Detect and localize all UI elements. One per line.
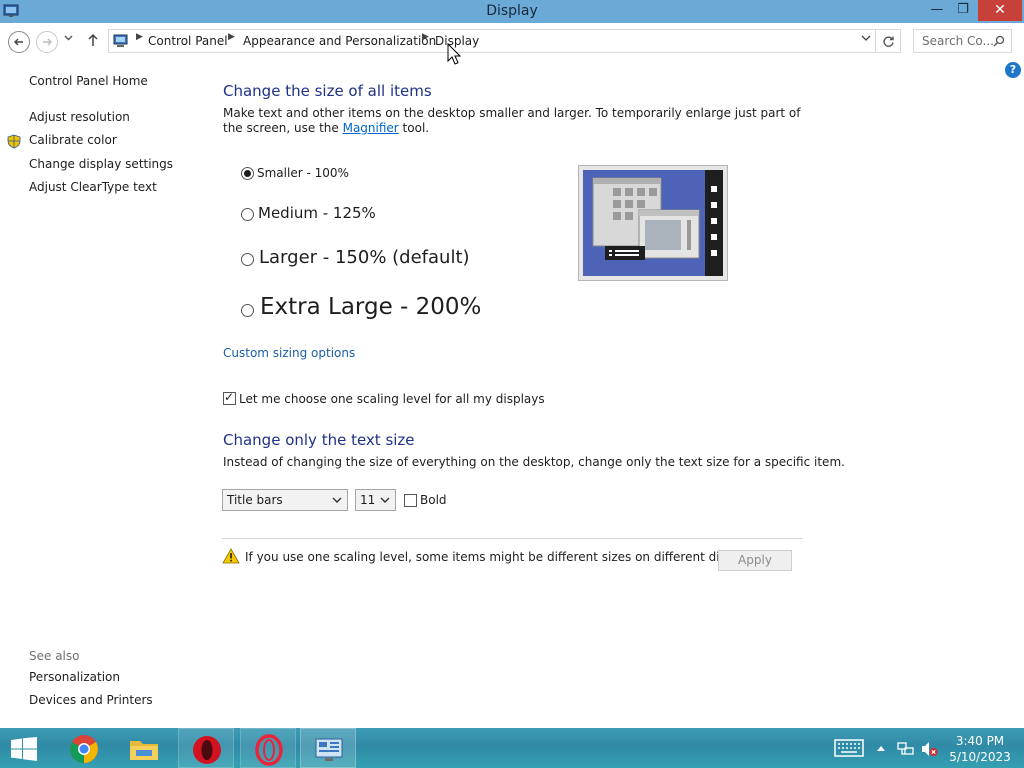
description-text-end: tool. bbox=[398, 121, 430, 135]
sidebar-item-calibrate-color[interactable]: Calibrate color bbox=[29, 133, 117, 147]
uac-shield-icon bbox=[7, 134, 21, 149]
volume-muted-icon[interactable] bbox=[920, 740, 938, 758]
minimize-button[interactable]: — bbox=[924, 0, 950, 21]
sidebar-item-change-display-settings[interactable]: Change display settings bbox=[29, 157, 173, 171]
clock[interactable]: 3:40 PM 5/10/2023 bbox=[940, 733, 1020, 765]
back-button[interactable] bbox=[8, 31, 30, 53]
back-arrow-icon bbox=[14, 38, 23, 46]
radio-label-smaller[interactable]: Smaller - 100% bbox=[257, 166, 349, 180]
forward-arrow-icon bbox=[43, 38, 52, 46]
font-size-select-value: 11 bbox=[360, 493, 376, 507]
magnifier-link[interactable]: Magnifier bbox=[343, 121, 399, 135]
chrome-icon bbox=[70, 735, 98, 763]
start-button[interactable] bbox=[0, 728, 48, 768]
font-size-select[interactable]: 11 bbox=[355, 489, 396, 511]
control-panel-icon bbox=[315, 738, 343, 761]
see-also-label: See also bbox=[29, 649, 80, 663]
opera-gx-icon bbox=[255, 734, 283, 766]
taskbar-control-panel[interactable] bbox=[300, 728, 356, 768]
taskbar-chrome[interactable] bbox=[56, 728, 112, 768]
radio-larger[interactable] bbox=[241, 253, 254, 266]
search-placeholder: Search Co... bbox=[922, 34, 994, 48]
bold-label[interactable]: Bold bbox=[420, 493, 447, 507]
control-panel-icon bbox=[113, 34, 128, 47]
touch-keyboard-icon[interactable] bbox=[834, 739, 864, 757]
help-icon[interactable]: ? bbox=[1005, 62, 1021, 78]
breadcrumb-separator-icon: ▶ bbox=[422, 32, 429, 42]
forward-button[interactable] bbox=[36, 31, 58, 53]
description-text: Make text and other items on the desktop… bbox=[223, 106, 801, 135]
sidebar-control-panel-home[interactable]: Control Panel Home bbox=[29, 74, 148, 88]
navigation-bar: ▶ Control Panel ▶ Appearance and Persona… bbox=[0, 23, 1024, 59]
see-also-personalization[interactable]: Personalization bbox=[29, 670, 120, 684]
heading-change-size: Change the size of all items bbox=[223, 82, 432, 100]
radio-label-extra-large[interactable]: Extra Large - 200% bbox=[260, 294, 481, 320]
one-scaling-label[interactable]: Let me choose one scaling level for all … bbox=[239, 392, 545, 406]
window-title: Display bbox=[486, 3, 538, 19]
display-preview-image bbox=[578, 165, 728, 281]
up-arrow-icon[interactable] bbox=[86, 32, 100, 48]
radio-extra-large[interactable] bbox=[241, 304, 254, 317]
radio-label-larger[interactable]: Larger - 150% (default) bbox=[259, 247, 470, 268]
recent-locations-chevron-icon[interactable] bbox=[64, 35, 73, 41]
taskbar-opera[interactable] bbox=[178, 728, 234, 768]
bold-checkbox[interactable] bbox=[404, 494, 417, 507]
taskbar: 3:40 PM 5/10/2023 bbox=[0, 728, 1024, 768]
item-select-value: Title bars bbox=[227, 493, 283, 507]
custom-sizing-options-link[interactable]: Custom sizing options bbox=[223, 346, 355, 360]
mouse-cursor-icon bbox=[447, 43, 461, 65]
breadcrumb-separator-icon: ▶ bbox=[136, 32, 143, 42]
close-button[interactable]: ✕ bbox=[978, 0, 1022, 21]
address-dropdown-chevron-icon[interactable] bbox=[861, 35, 871, 42]
refresh-button[interactable] bbox=[876, 29, 901, 53]
taskbar-opera-gx[interactable] bbox=[240, 728, 296, 768]
windows-start-icon bbox=[11, 737, 37, 761]
network-icon[interactable] bbox=[897, 740, 915, 758]
radio-label-medium[interactable]: Medium - 125% bbox=[258, 204, 376, 222]
see-also-devices-printers[interactable]: Devices and Printers bbox=[29, 693, 153, 707]
scaling-preview-icon bbox=[583, 170, 723, 276]
change-size-description: Make text and other items on the desktop… bbox=[223, 106, 803, 136]
sidebar-item-adjust-resolution[interactable]: Adjust resolution bbox=[29, 110, 130, 124]
search-box[interactable]: Search Co... bbox=[913, 29, 1012, 53]
chevron-down-icon bbox=[380, 497, 390, 503]
warning-text: If you use one scaling level, some items… bbox=[245, 550, 762, 564]
search-icon bbox=[993, 35, 1005, 47]
divider bbox=[222, 538, 803, 539]
breadcrumb-appearance[interactable]: Appearance and Personalization bbox=[243, 34, 436, 48]
refresh-icon bbox=[883, 36, 894, 47]
breadcrumb-separator-icon: ▶ bbox=[228, 32, 235, 42]
file-explorer-icon bbox=[130, 741, 158, 760]
address-bar[interactable]: ▶ Control Panel ▶ Appearance and Persona… bbox=[108, 29, 876, 53]
radio-smaller[interactable] bbox=[241, 167, 254, 180]
radio-medium[interactable] bbox=[241, 208, 254, 221]
restore-button[interactable]: ❐ bbox=[950, 0, 976, 21]
text-size-description: Instead of changing the size of everythi… bbox=[223, 455, 845, 469]
sidebar: Control Panel Home Adjust resolution Cal… bbox=[0, 59, 200, 729]
item-select[interactable]: Title bars bbox=[222, 489, 348, 511]
opera-icon bbox=[193, 736, 221, 764]
one-scaling-checkbox[interactable] bbox=[223, 390, 236, 405]
clock-date: 5/10/2023 bbox=[949, 750, 1011, 764]
sidebar-item-adjust-cleartype[interactable]: Adjust ClearType text bbox=[29, 180, 157, 194]
clock-time: 3:40 PM bbox=[955, 734, 1005, 748]
title-bar: Display — ❐ ✕ bbox=[0, 0, 1024, 23]
heading-change-text-size: Change only the text size bbox=[223, 431, 415, 449]
tray-expand-chevron-icon[interactable] bbox=[877, 744, 885, 752]
apply-button[interactable]: Apply bbox=[718, 550, 792, 571]
taskbar-file-explorer[interactable] bbox=[116, 728, 172, 768]
breadcrumb-control-panel[interactable]: Control Panel bbox=[148, 34, 228, 48]
chevron-down-icon bbox=[332, 497, 342, 503]
warning-icon bbox=[222, 548, 240, 564]
